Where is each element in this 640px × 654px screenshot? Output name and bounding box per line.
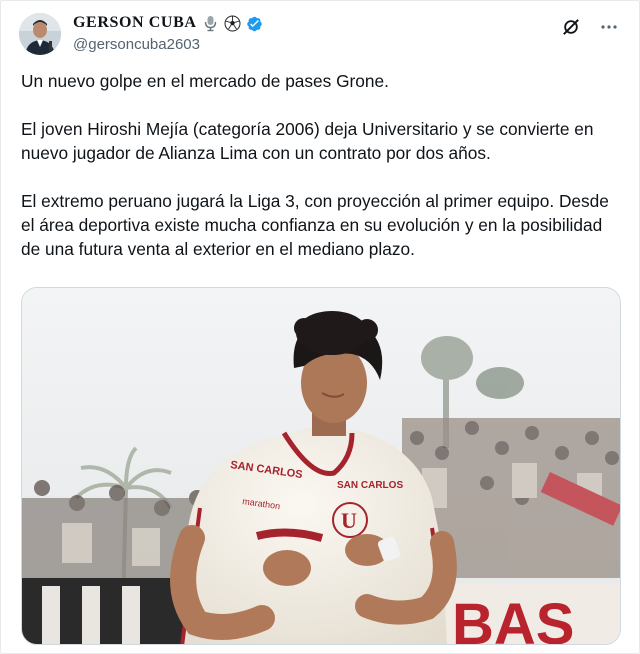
tweet-text: Un nuevo golpe en el mercado de pases Gr… xyxy=(21,69,621,261)
avatar[interactable] xyxy=(19,13,61,55)
microphone-icon xyxy=(202,15,219,32)
display-name[interactable]: GERSON CUBA xyxy=(73,14,197,32)
tweet-paragraph: El extremo peruano jugará la Liga 3, con… xyxy=(21,191,609,259)
jersey-sponsor-right: SAN CARLOS xyxy=(337,480,403,491)
verified-badge-icon xyxy=(246,15,263,32)
tweet-card: GERSON CUBA @gersoncuba2603 Un nuevo gol… xyxy=(0,0,640,654)
club-crest: U xyxy=(341,508,357,533)
soccer-ball-icon xyxy=(224,15,241,32)
author-names: GERSON CUBA @gersoncuba2603 xyxy=(73,13,263,53)
tweet-photo[interactable]: BAS SAN CARLOS SAN CARLOS marathon U xyxy=(21,287,621,645)
tweet-paragraph: El joven Hiroshi Mejía (categoría 2006) … xyxy=(21,119,594,163)
tweet-header: GERSON CUBA @gersoncuba2603 xyxy=(19,11,623,57)
tweet-paragraph: Un nuevo golpe en el mercado de pases Gr… xyxy=(21,71,389,91)
handle[interactable]: @gersoncuba2603 xyxy=(73,36,263,53)
header-actions xyxy=(561,17,619,37)
banner-text: BAS xyxy=(452,592,574,645)
grok-icon[interactable] xyxy=(561,17,581,37)
more-icon[interactable] xyxy=(599,17,619,37)
